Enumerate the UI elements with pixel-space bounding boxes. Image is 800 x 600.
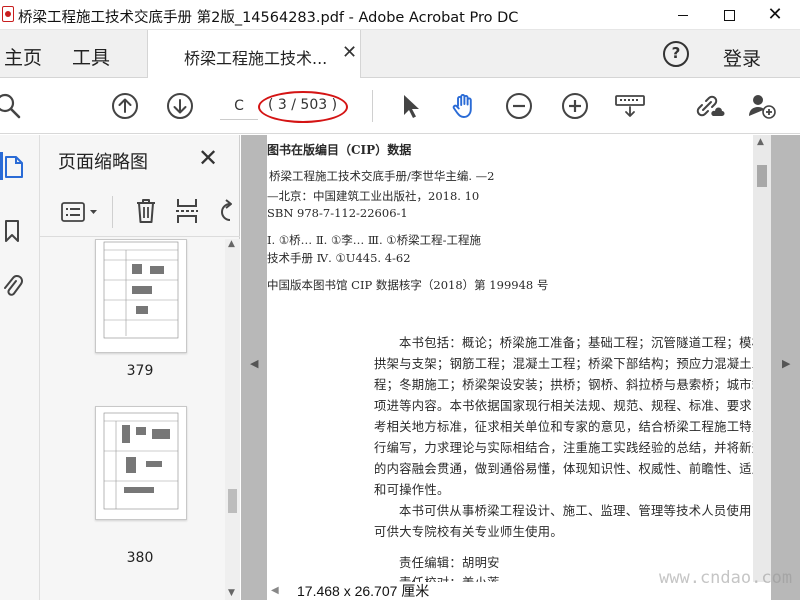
cip-line: 技术手册 Ⅳ. ①U445. 4-62 (267, 251, 411, 265)
document-viewer: ◀ 图书在版编目（CIP）数据 桥梁工程施工技术交底手册/李世华主编. —2 —… (241, 135, 800, 600)
zoom-in-icon[interactable] (561, 92, 589, 120)
previous-page-icon[interactable] (111, 92, 139, 120)
tab-document[interactable]: 桥梁工程施工技术... ✕ (147, 30, 361, 78)
thumbnail-toolbar (40, 187, 240, 237)
tab-document-label: 桥梁工程施工技术... (184, 49, 328, 68)
scroll-mode-icon[interactable] (614, 92, 646, 120)
document-page: 图书在版编目（CIP）数据 桥梁工程施工技术交底手册/李世华主编. —2 —北京… (267, 135, 753, 582)
cip-line: Ⅰ. ①桥… Ⅱ. ①李… Ⅲ. ①桥梁工程-工程施 (267, 233, 482, 247)
thumbnail-scrollbar[interactable]: ▲ ▼ (225, 239, 240, 600)
body-text-line: 程；冬期施工；桥梁架设安装；拱桥；钢桥、斜拉桥与悬索桥；城市箱涵 (374, 378, 753, 392)
collapse-left-arrow-icon[interactable]: ◀ (250, 357, 258, 370)
help-icon[interactable]: ? (663, 41, 689, 67)
cip-line: 中国版本图书馆 CIP 数据核字（2018）第 199948 号 (267, 278, 549, 292)
scroll-down-arrow-icon[interactable]: ▼ (228, 588, 235, 598)
left-navigation-rail (0, 135, 40, 600)
body-text-line: 考相关地方标准，征求相关单位和专家的意见，结合桥梁工程施工特点进 (374, 420, 753, 434)
tab-home[interactable]: 主页 (4, 43, 42, 70)
delete-page-icon[interactable] (134, 196, 158, 226)
body-text-line: 的内容融会贯通，做到通俗易懂，体现知识性、权威性、前瞻性、适用性 (374, 462, 753, 476)
cip-line: —北京：中国建筑工业出版社，2018. 10 (267, 189, 480, 203)
scroll-up-arrow-icon[interactable]: ▲ (228, 239, 235, 249)
page-thumbnails-panel: 页面缩略图 ✕ 379 380 ▲ ▼ (40, 135, 240, 600)
cip-heading: 图书在版编目（CIP）数据 (267, 143, 412, 157)
body-text-line: 拱架与支架；钢筋工程；混凝土工程；桥梁下部结构；预应力混凝土工 (374, 357, 753, 371)
hand-tool-icon[interactable] (450, 92, 478, 120)
next-page-icon[interactable] (166, 92, 194, 120)
expand-right-arrow-icon[interactable]: ▶ (782, 357, 790, 370)
body-text-line: 本书可供从事桥梁工程设计、施工、监理、管理等技术人员使用，也 (399, 504, 753, 518)
site-watermark: www.cndao.com (659, 568, 793, 588)
login-button[interactable]: 登录 (723, 44, 761, 71)
acrobat-app-icon (2, 6, 14, 22)
scroll-up-arrow-icon[interactable]: ▲ (757, 137, 764, 147)
title-bar: 桥梁工程施工技术交底手册 第2版_14564283.pdf - Adobe Ac… (0, 0, 800, 30)
page-thumbnail[interactable] (95, 406, 187, 520)
thumbnail-preview (103, 241, 179, 339)
maximize-icon (723, 9, 735, 21)
red-highlight-annotation (258, 91, 348, 123)
menu-tab-bar: 主页 工具 桥梁工程施工技术... ✕ ? 登录 (0, 30, 800, 78)
body-text-line: 项进等内容。本书依据国家现行相关法规、规范、规程、标准、要求，参 (374, 399, 753, 413)
body-text-line: 可供大专院校有关专业师生使用。 (374, 525, 563, 539)
body-text-line: 本书包括：概论；桥梁施工准备；基础工程；沉管隧道工程；模板 (399, 336, 753, 350)
toolbar-divider (372, 90, 373, 122)
scrollbar-thumb[interactable] (228, 489, 237, 513)
editor-credit: 责任编辑：胡明安 (399, 556, 500, 570)
main-toolbar: C ( 3 / 503 ) (0, 78, 800, 134)
share-link-icon[interactable] (693, 92, 725, 120)
minimize-icon (678, 14, 688, 16)
page-thumbnail[interactable] (95, 239, 187, 353)
panel-close-icon[interactable]: ✕ (198, 144, 218, 172)
panel-title: 页面缩略图 (58, 152, 148, 173)
add-user-icon[interactable] (746, 92, 778, 120)
close-icon: ✕ (767, 4, 783, 25)
tab-tools[interactable]: 工具 (72, 43, 110, 70)
minimize-button[interactable] (660, 0, 706, 30)
document-scrollbar[interactable]: ▲ (753, 135, 771, 582)
rotate-page-icon[interactable] (216, 198, 238, 226)
maximize-button[interactable] (706, 0, 752, 30)
attachments-icon[interactable] (1, 272, 23, 300)
window-title: 桥梁工程施工技术交底手册 第2版_14564283.pdf - Adobe Ac… (18, 10, 519, 26)
thumbnail-preview (103, 412, 179, 510)
page-dimensions: 17.468 x 26.707 厘米 (297, 583, 430, 599)
page-number-input[interactable]: C (220, 92, 258, 120)
bookmarks-icon[interactable] (2, 218, 22, 244)
thumbnail-list: 379 380 (40, 239, 225, 600)
options-menu-icon[interactable] (60, 200, 102, 224)
status-collapse-icon[interactable]: ◀ (271, 585, 279, 596)
body-text-line: 和可操作性。 (374, 483, 450, 497)
thumbnail-page-label: 379 (126, 363, 154, 379)
toolbar-divider (112, 196, 113, 228)
extract-pages-icon[interactable] (174, 196, 200, 226)
page-thumbnails-icon[interactable] (3, 154, 25, 180)
body-text-line: 行编写，力求理论与实际相结合，注重施工实践经验的总结，并将新规范 (374, 441, 753, 455)
cip-line: SBN 978-7-112-22606-1 (267, 206, 408, 220)
select-cursor-icon[interactable] (397, 92, 425, 120)
cip-line: 桥梁工程施工技术交底手册/李世华主编. —2 (269, 169, 495, 183)
tab-close-icon[interactable]: ✕ (342, 42, 357, 63)
scrollbar-thumb[interactable] (757, 165, 767, 187)
zoom-out-icon[interactable] (505, 92, 533, 120)
thumbnail-page-label: 380 (126, 550, 154, 566)
close-window-button[interactable]: ✕ (752, 0, 798, 30)
search-icon[interactable] (0, 92, 22, 120)
